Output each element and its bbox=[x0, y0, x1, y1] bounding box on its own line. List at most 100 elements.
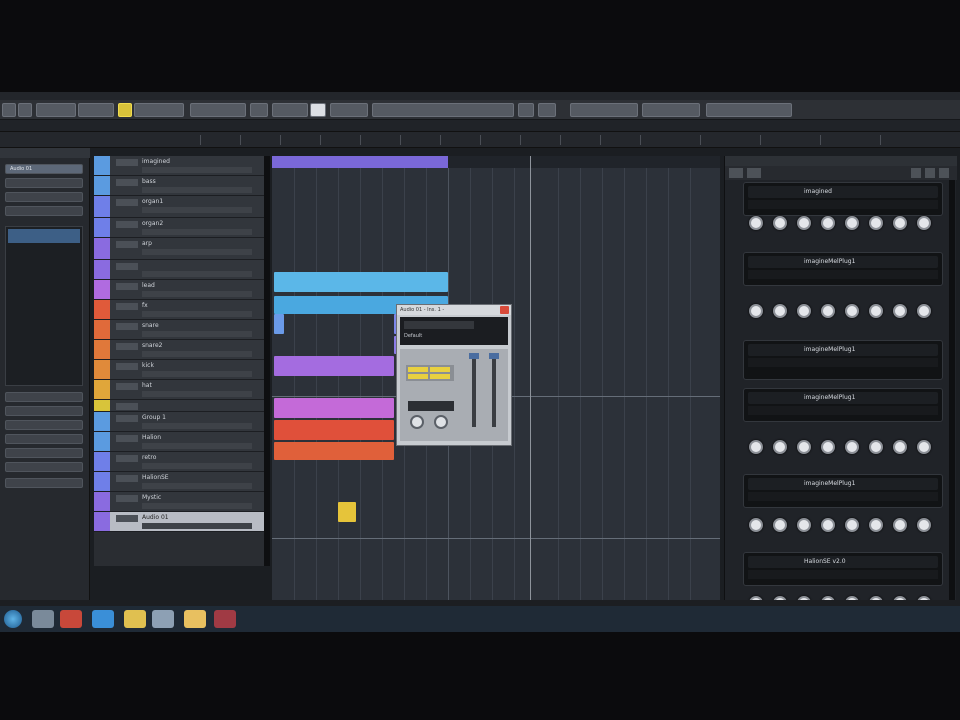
quick-control-knob[interactable] bbox=[749, 518, 763, 532]
track-name[interactable]: Halion bbox=[142, 434, 161, 441]
event-part[interactable] bbox=[274, 272, 448, 292]
track-row[interactable]: Group 1 bbox=[94, 412, 264, 432]
quick-control-knob[interactable] bbox=[797, 216, 811, 230]
track-name[interactable]: kick bbox=[142, 362, 154, 369]
track-mute-solo-buttons[interactable] bbox=[116, 303, 138, 310]
inspector-section-1[interactable] bbox=[5, 178, 83, 188]
track-row[interactable]: organ2 bbox=[94, 218, 264, 238]
plugin-knob[interactable] bbox=[410, 415, 424, 429]
transport-controls[interactable] bbox=[134, 103, 184, 117]
track-controls[interactable] bbox=[142, 311, 252, 317]
grid-type-select[interactable] bbox=[330, 103, 368, 117]
quick-control-knob[interactable] bbox=[773, 440, 787, 454]
track-mute-solo-buttons[interactable] bbox=[116, 455, 138, 462]
track-row[interactable]: fx bbox=[94, 300, 264, 320]
rack-slot-controls[interactable] bbox=[748, 358, 938, 367]
track-mute-solo-buttons[interactable] bbox=[116, 495, 138, 502]
quantize-panel-button[interactable] bbox=[538, 103, 556, 117]
track-controls[interactable] bbox=[142, 483, 252, 489]
track-row[interactable]: Audio 01 bbox=[94, 512, 264, 532]
track-row[interactable]: Mystic bbox=[94, 492, 264, 512]
track-name[interactable]: lead bbox=[142, 282, 155, 289]
quick-control-knob[interactable] bbox=[821, 304, 835, 318]
media-bay-button[interactable] bbox=[706, 103, 792, 117]
quick-control-knob[interactable] bbox=[917, 440, 931, 454]
event-part[interactable] bbox=[274, 420, 394, 440]
track-mute-solo-buttons[interactable] bbox=[116, 159, 138, 166]
track-name[interactable]: snare2 bbox=[142, 342, 162, 349]
media-button[interactable] bbox=[36, 103, 76, 117]
close-icon[interactable] bbox=[500, 306, 509, 314]
track-mute-solo-buttons[interactable] bbox=[116, 515, 138, 522]
arrange-ruler[interactable] bbox=[272, 156, 720, 168]
track-name[interactable]: Mystic bbox=[142, 494, 161, 501]
quick-control-knob[interactable] bbox=[917, 518, 931, 532]
project-cursor[interactable] bbox=[530, 156, 531, 600]
track-controls[interactable] bbox=[142, 271, 252, 277]
track-name[interactable]: organ2 bbox=[142, 220, 163, 227]
plugin-fader[interactable] bbox=[492, 357, 496, 427]
quick-control-knob[interactable] bbox=[845, 440, 859, 454]
plugin-toggle[interactable] bbox=[408, 367, 428, 372]
track-row[interactable]: retro bbox=[94, 452, 264, 472]
plugin-toggle[interactable] bbox=[430, 374, 450, 379]
rack-slot-header[interactable]: imagineMelPlug1 bbox=[748, 478, 938, 490]
autoscroll-button[interactable] bbox=[118, 103, 132, 117]
rack-slot-controls[interactable] bbox=[748, 492, 938, 501]
track-row[interactable]: arp bbox=[94, 238, 264, 260]
event-part[interactable] bbox=[274, 314, 284, 334]
activate-project-button[interactable] bbox=[2, 103, 16, 117]
track-mute-solo-buttons[interactable] bbox=[116, 263, 138, 270]
quick-control-knob[interactable] bbox=[797, 304, 811, 318]
rack-slot[interactable]: imagineMelPlug1 bbox=[743, 388, 943, 422]
inspector-section-2[interactable] bbox=[5, 192, 83, 202]
automation-mode-button[interactable] bbox=[78, 103, 114, 117]
track-controls[interactable] bbox=[142, 249, 252, 255]
quick-control-knob[interactable] bbox=[893, 518, 907, 532]
track-row[interactable] bbox=[94, 400, 264, 412]
track-name[interactable]: organ1 bbox=[142, 198, 163, 205]
inspector-section-9[interactable] bbox=[5, 462, 83, 472]
track-mute-solo-buttons[interactable] bbox=[116, 415, 138, 422]
quick-control-knob[interactable] bbox=[773, 216, 787, 230]
inspector-section-5[interactable] bbox=[5, 406, 83, 416]
event-part[interactable] bbox=[274, 398, 394, 418]
quick-control-knob[interactable] bbox=[893, 304, 907, 318]
track-row[interactable]: bass bbox=[94, 176, 264, 196]
browser-icon[interactable] bbox=[92, 610, 114, 628]
track-name[interactable]: Audio 01 bbox=[142, 514, 169, 521]
quick-control-knob[interactable] bbox=[749, 304, 763, 318]
rack-slot-header[interactable]: HalionSE v2.0 bbox=[748, 556, 938, 568]
track-controls[interactable] bbox=[142, 503, 252, 509]
quick-control-knob[interactable] bbox=[821, 440, 835, 454]
quick-control-knob[interactable] bbox=[821, 216, 835, 230]
track-mute-solo-buttons[interactable] bbox=[116, 323, 138, 330]
track-controls[interactable] bbox=[142, 463, 252, 469]
track-name[interactable]: fx bbox=[142, 302, 148, 309]
plugin-control-bar[interactable] bbox=[404, 321, 474, 329]
fader-handle[interactable] bbox=[489, 353, 499, 359]
track-controls[interactable] bbox=[142, 523, 252, 529]
rack-slot[interactable]: imagineMelPlug1 bbox=[743, 252, 943, 286]
rack-slot[interactable]: imagineMelPlug1 bbox=[743, 474, 943, 508]
track-controls[interactable] bbox=[142, 423, 252, 429]
plugin-toggle[interactable] bbox=[408, 374, 428, 379]
app-icon[interactable] bbox=[184, 610, 206, 628]
app-icon[interactable] bbox=[32, 610, 54, 628]
rack-slot-controls[interactable] bbox=[748, 406, 938, 415]
quick-control-knob[interactable] bbox=[773, 304, 787, 318]
quick-control-knob[interactable] bbox=[749, 440, 763, 454]
quantize-preset-select[interactable] bbox=[372, 103, 514, 117]
track-mute-solo-buttons[interactable] bbox=[116, 199, 138, 206]
track-mute-solo-buttons[interactable] bbox=[116, 221, 138, 228]
track-mute-solo-buttons[interactable] bbox=[116, 241, 138, 248]
track-mute-solo-buttons[interactable] bbox=[116, 403, 138, 410]
quick-control-knob[interactable] bbox=[821, 518, 835, 532]
plugin-window[interactable]: Audio 01 - Ins. 1 - Default bbox=[396, 304, 512, 446]
track-row[interactable]: hat bbox=[94, 380, 264, 400]
plugin-preset-bar[interactable]: Default bbox=[400, 317, 508, 345]
app-icon[interactable] bbox=[152, 610, 174, 628]
quick-control-knob[interactable] bbox=[797, 518, 811, 532]
project-ruler[interactable] bbox=[0, 132, 960, 148]
snap-button[interactable] bbox=[310, 103, 326, 117]
